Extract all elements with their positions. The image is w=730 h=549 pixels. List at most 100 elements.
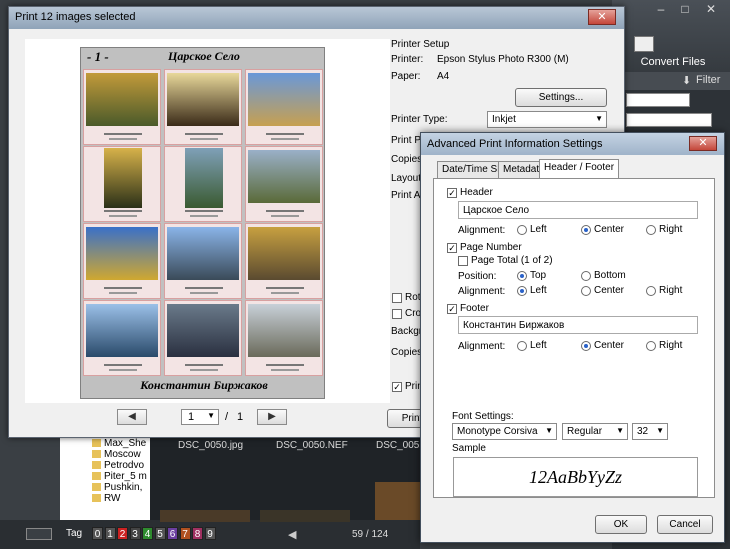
header-align-center-radio[interactable] bbox=[581, 225, 591, 235]
photo-caption-line bbox=[104, 364, 142, 366]
footer-align-center-label: Center bbox=[594, 340, 625, 351]
tag-button[interactable]: 4 bbox=[142, 527, 153, 540]
ok-button[interactable]: OK bbox=[595, 515, 647, 534]
thumbnail[interactable] bbox=[375, 482, 420, 520]
photo-caption-line bbox=[190, 138, 218, 140]
chevron-down-icon: ▼ bbox=[616, 426, 624, 435]
page-separator: / bbox=[225, 411, 229, 423]
preview-photo bbox=[86, 304, 158, 357]
scroll-left-icon[interactable]: ◀ bbox=[288, 528, 318, 541]
photo-caption-line bbox=[109, 215, 137, 217]
folder-tree[interactable]: Max_She Moscow Petrodvo Piter_5 m Pushki… bbox=[60, 438, 150, 520]
close-icon[interactable]: ✕ bbox=[588, 9, 616, 25]
paper-value: A4 bbox=[437, 71, 450, 82]
header-align-left-label: Left bbox=[530, 224, 547, 235]
header-align-right-radio[interactable] bbox=[646, 225, 656, 235]
folder-icon bbox=[92, 439, 101, 447]
thumbnail-area[interactable]: DSC_0050.jpg DSC_0050.NEF DSC_0051.N bbox=[150, 438, 435, 520]
print-info-checkbox[interactable]: ✓ bbox=[392, 382, 402, 392]
preview-photo bbox=[185, 148, 223, 208]
convert-files-label[interactable]: Convert Files bbox=[618, 56, 728, 68]
rotate-checkbox[interactable] bbox=[392, 293, 402, 303]
folder-icon bbox=[92, 483, 101, 491]
settings-button[interactable]: Settings... bbox=[515, 88, 607, 107]
preview-photo-cell bbox=[245, 69, 323, 145]
preview-photo bbox=[167, 304, 239, 357]
close-icon[interactable]: ✕ bbox=[689, 136, 717, 151]
tab-header-footer[interactable]: Header / Footer bbox=[539, 159, 620, 178]
page-number-checkbox[interactable]: ✓ bbox=[447, 243, 457, 253]
next-page-button[interactable]: ▶ bbox=[257, 409, 287, 425]
tag-button[interactable]: 2 bbox=[117, 527, 128, 540]
tree-item[interactable]: RW bbox=[60, 493, 150, 504]
thumb-label[interactable]: DSC_0050.jpg bbox=[178, 440, 243, 451]
font-style-select[interactable]: Regular ▼ bbox=[562, 423, 628, 440]
preview-photo bbox=[104, 148, 142, 208]
position-top-radio[interactable] bbox=[517, 271, 527, 281]
footer-align-left-radio[interactable] bbox=[517, 341, 527, 351]
photo-caption-line bbox=[109, 369, 137, 371]
position-label: Position: bbox=[458, 271, 497, 282]
tree-item[interactable]: Moscow bbox=[60, 449, 150, 460]
preview-photo bbox=[248, 304, 320, 357]
position-bottom-radio[interactable] bbox=[581, 271, 591, 281]
chevron-down-icon: ▼ bbox=[545, 426, 553, 435]
page-total-checkbox[interactable] bbox=[458, 256, 468, 266]
footer-align-right-radio[interactable] bbox=[646, 341, 656, 351]
font-family-select[interactable]: Monotype Corsiva ▼ bbox=[452, 423, 557, 440]
background-combo[interactable] bbox=[626, 113, 712, 127]
footer-text-field[interactable]: Константин Биржаков bbox=[458, 316, 698, 334]
tree-item[interactable]: Piter_5 m bbox=[60, 471, 150, 482]
tag-button[interactable]: 6 bbox=[167, 527, 178, 540]
close-app-icon[interactable]: ✕ bbox=[700, 2, 722, 16]
photo-caption-line bbox=[271, 369, 299, 371]
tag-button[interactable]: 7 bbox=[179, 527, 191, 540]
photo-caption-line bbox=[266, 210, 304, 212]
tree-item[interactable]: Pushkin, bbox=[60, 482, 150, 493]
view-toggle[interactable] bbox=[26, 528, 52, 540]
photo-caption-line bbox=[190, 292, 218, 294]
footer-checkbox[interactable]: ✓ bbox=[447, 304, 457, 314]
convert-files-icon[interactable] bbox=[634, 36, 654, 52]
page-select[interactable]: 1 ▼ bbox=[181, 409, 219, 425]
preview-photo-cell bbox=[83, 69, 161, 145]
printer-label: Printer: bbox=[391, 54, 424, 65]
printer-type-select[interactable]: Inkjet ▼ bbox=[487, 111, 607, 128]
preview-photo bbox=[86, 227, 158, 280]
tag-button[interactable]: 0 bbox=[92, 527, 103, 540]
footer-align-center-radio[interactable] bbox=[581, 341, 591, 351]
folder-icon bbox=[92, 494, 101, 502]
minimize-icon[interactable]: – bbox=[650, 2, 672, 16]
maximize-icon[interactable]: □ bbox=[674, 2, 696, 16]
page-number-align-left-radio[interactable] bbox=[517, 286, 527, 296]
tree-item[interactable]: Petrodvo bbox=[60, 460, 150, 471]
tag-button[interactable]: 9 bbox=[204, 527, 216, 540]
tag-button[interactable]: 5 bbox=[154, 527, 166, 540]
crop-checkbox[interactable] bbox=[392, 309, 402, 319]
tag-label: Tag bbox=[66, 528, 83, 539]
thumbnail[interactable] bbox=[260, 510, 350, 522]
layout-label: Layout bbox=[391, 173, 422, 184]
background-combo[interactable] bbox=[626, 93, 690, 107]
tag-button[interactable]: 8 bbox=[192, 527, 203, 540]
header-checkbox[interactable]: ✓ bbox=[447, 188, 457, 198]
font-size-select[interactable]: 32 ▼ bbox=[632, 423, 668, 440]
header-align-left-radio[interactable] bbox=[517, 225, 527, 235]
page-number-align-center-radio[interactable] bbox=[581, 286, 591, 296]
chevron-down-icon: ▼ bbox=[207, 411, 215, 420]
footer-label: Footer bbox=[460, 303, 489, 314]
cancel-button[interactable]: Cancel bbox=[657, 515, 713, 534]
page-number-align-right-radio[interactable] bbox=[646, 286, 656, 296]
tree-item[interactable]: Max_She bbox=[60, 438, 150, 449]
thumb-label[interactable]: DSC_0050.NEF bbox=[276, 440, 348, 451]
folder-icon bbox=[92, 450, 101, 458]
tag-button[interactable]: 1 bbox=[104, 527, 116, 540]
position-top-label: Top bbox=[530, 270, 547, 281]
filter-bar[interactable]: ⬇ Filter bbox=[612, 72, 730, 90]
thumbnail[interactable] bbox=[160, 510, 250, 522]
header-alignment-label: Alignment: bbox=[458, 225, 506, 236]
photo-caption-line bbox=[271, 292, 299, 294]
header-text-field[interactable]: Царское Село bbox=[458, 201, 698, 219]
prev-page-button[interactable]: ◀ bbox=[117, 409, 147, 425]
tag-button[interactable]: 3 bbox=[129, 527, 141, 540]
